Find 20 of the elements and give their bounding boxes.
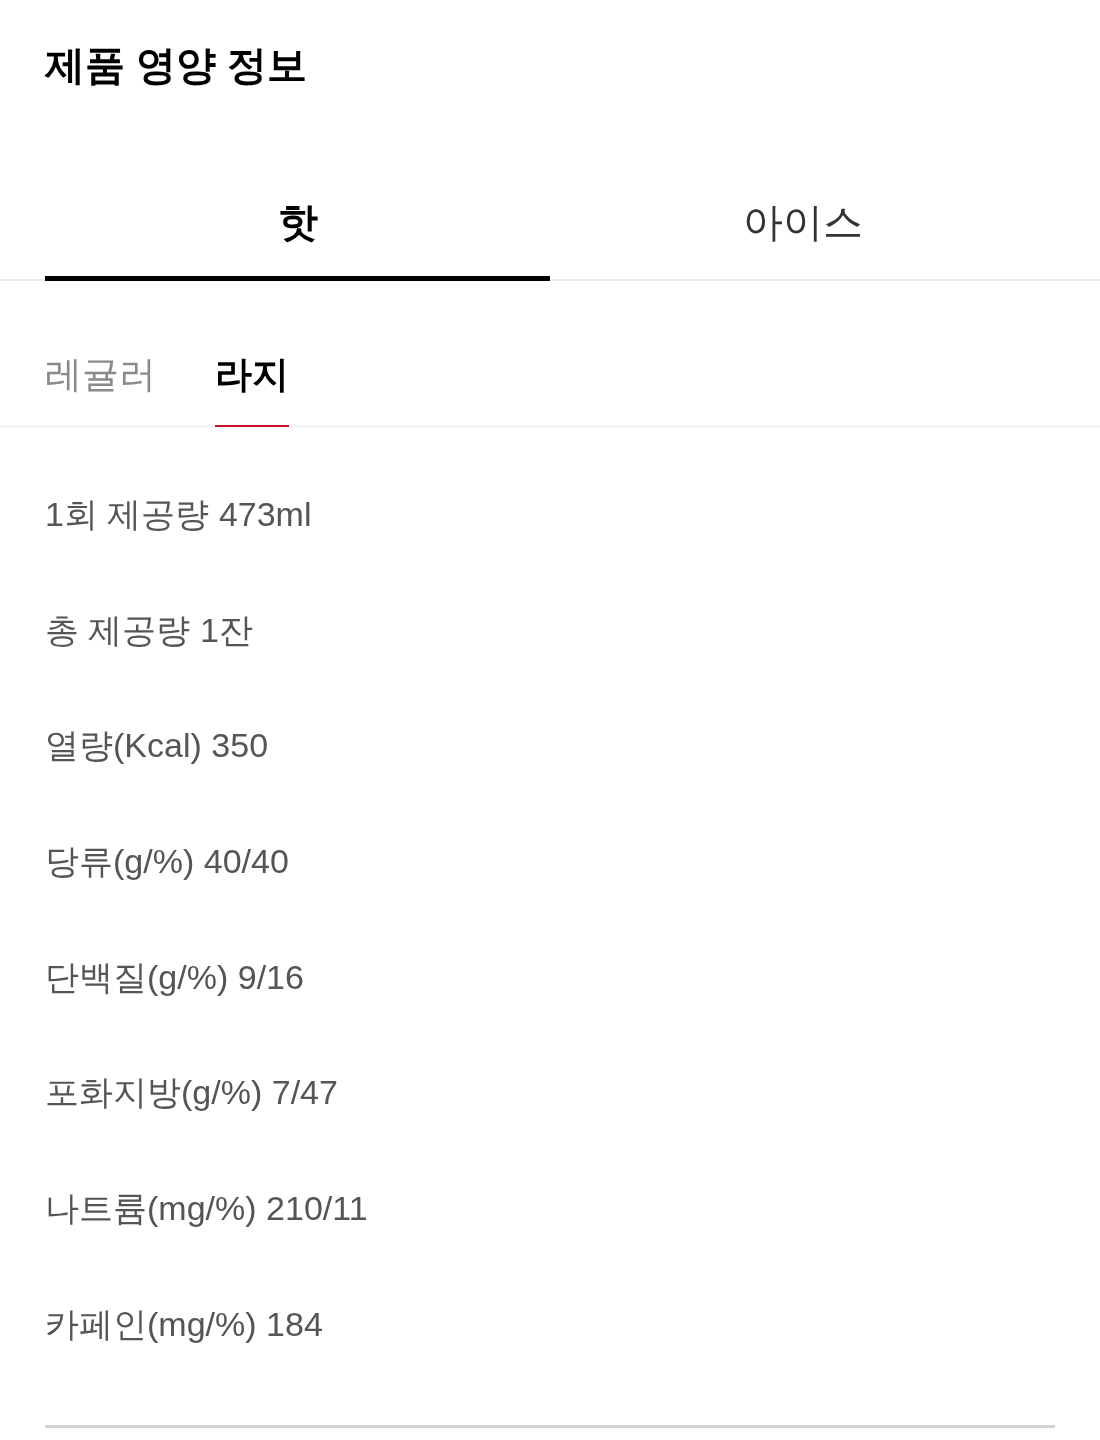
nutrient-value: 7/47 — [271, 1072, 338, 1114]
nutrient-label: 1회 제공량 — [45, 493, 210, 535]
nutrient-value: 40/40 — [203, 840, 289, 882]
nutrient-label: 열량(Kcal) — [45, 725, 202, 767]
nutrient-label: 총 제공량 — [45, 609, 191, 651]
nutrient-label: 당류(g/%) — [45, 840, 195, 882]
nutrient-value: 1잔 — [199, 609, 253, 651]
nutrient-value: 350 — [211, 725, 269, 767]
nutrient-label: 단백질(g/%) — [45, 956, 229, 998]
nutrient-label: 포화지방(g/%) — [45, 1072, 263, 1114]
temperature-tab[interactable]: 핫 — [45, 140, 550, 281]
size-tab[interactable]: 라지 — [215, 281, 289, 427]
nutrient-label: 나트륨(mg/%) — [45, 1187, 257, 1229]
nutrient-value: 184 — [266, 1303, 323, 1345]
page-title: 제품 영양 정보 — [45, 42, 309, 89]
nutrient-label: 카페인(mg/%) — [45, 1303, 257, 1345]
nutrient-value: 9/16 — [237, 956, 304, 998]
temperature-tab[interactable]: 아이스 — [550, 140, 1055, 281]
nutrient-value: 473ml — [218, 493, 312, 535]
nutrient-value: 210/11 — [266, 1187, 368, 1229]
